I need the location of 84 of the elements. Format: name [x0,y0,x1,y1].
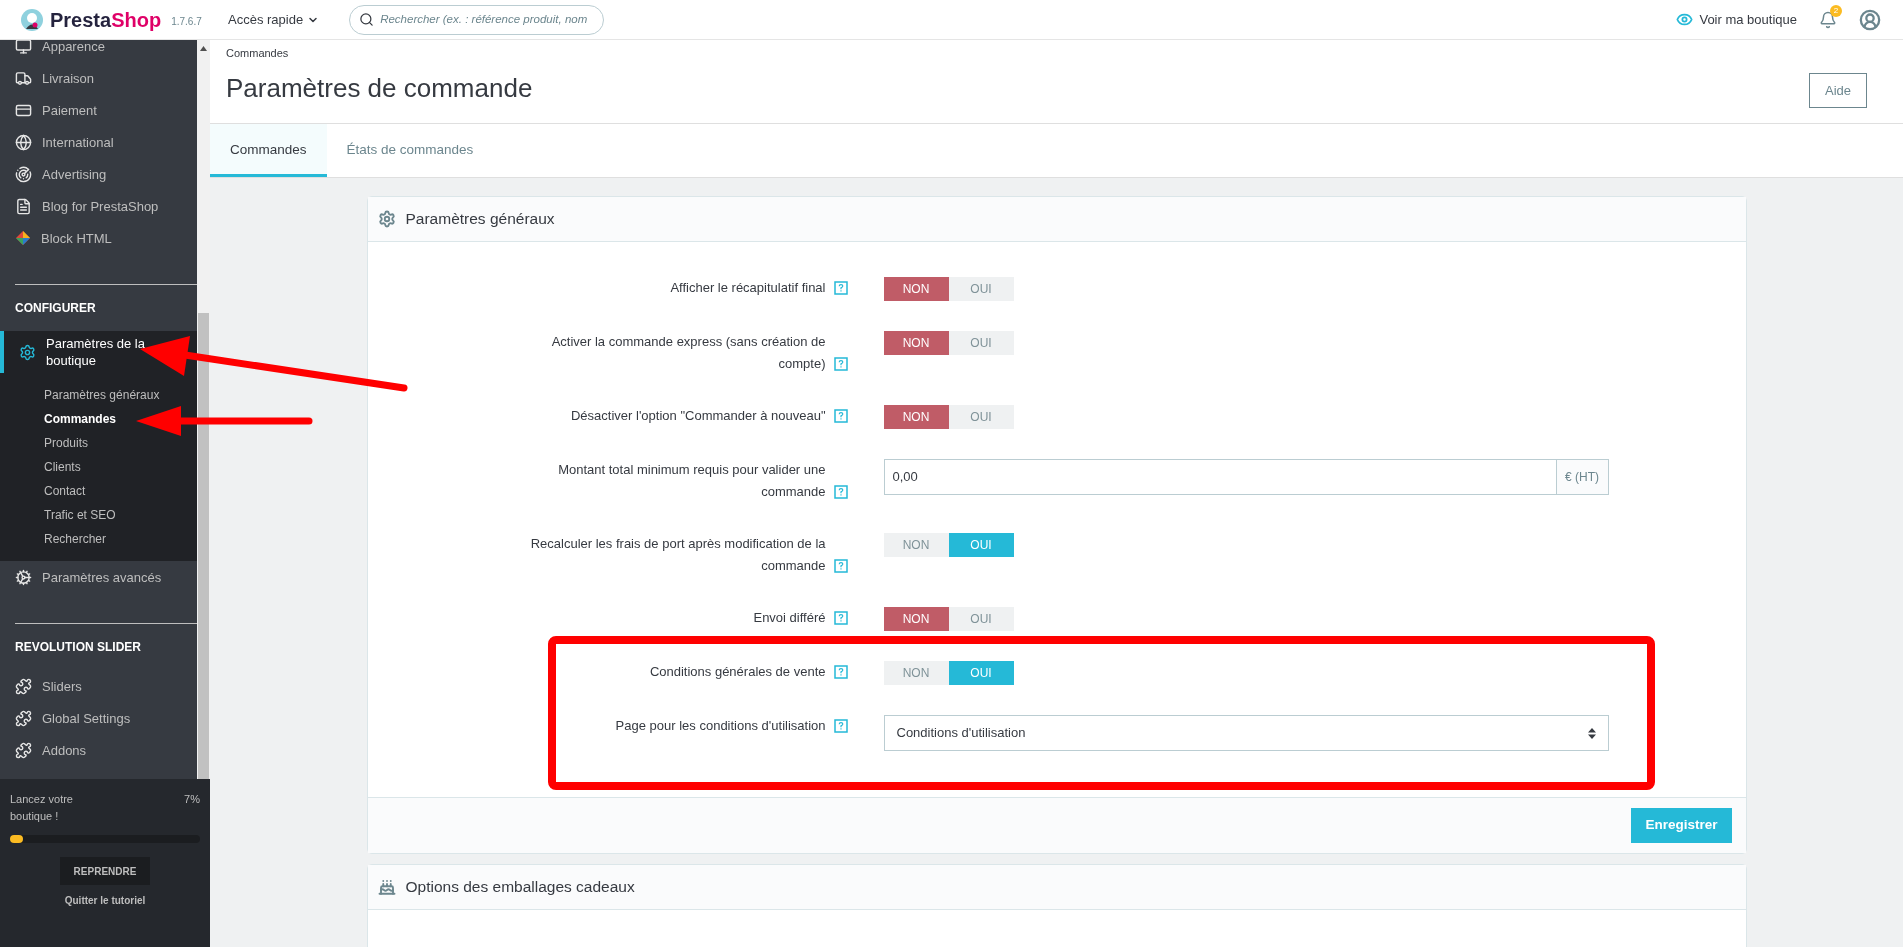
field-label: Activer la commande express (sans création de compte) [550,333,826,373]
yes-no-switch[interactable]: NON OUI [883,607,1014,631]
field-label: Désactiver l'option "Commander à nouveau" [571,407,826,425]
page-title: Paramètres de commande [226,71,533,105]
menu-icon [15,165,32,183]
amount-field[interactable]: 0,00 [883,459,1557,495]
field-label: Page pour les conditions d'utilisation [615,717,826,735]
currency-suffix: € (HT) [1556,459,1609,495]
no-option[interactable]: NON [883,331,949,355]
submenu-item[interactable]: Contact [0,479,197,503]
field-label: Afficher le récapitulatif final [670,279,826,297]
field-label: Envoi différé [753,609,826,627]
section-heading: REVOLUTION SLIDER [14,639,142,656]
cake-icon [377,878,396,896]
field-label: Conditions générales de vente [649,663,826,681]
help-icon[interactable] [833,485,848,499]
tab[interactable]: Commandes [210,124,327,177]
field-label: Recalculer les frais de port après modification de la commande [529,535,826,575]
page-select[interactable]: Conditions d'utilisation [883,715,1609,751]
help-button[interactable]: Aide [1809,73,1867,108]
panel-title: Options des emballages cadeaux [405,877,635,898]
sidebar-item[interactable]: Global Settings [0,702,197,734]
sidebar-item[interactable]: Advertising [0,158,197,190]
diamond-icon [15,230,31,246]
submenu-item[interactable]: Produits [0,431,197,455]
menu-icon [15,69,32,87]
breadcrumb[interactable]: Commandes [226,45,533,62]
scroll-thumb[interactable] [198,313,209,779]
menu-icon [19,343,36,361]
menu-icon [15,197,32,215]
help-icon[interactable] [833,719,848,733]
resume-button[interactable]: REPRENDRE [60,857,150,885]
yes-no-switch[interactable]: NON OUI [883,405,1014,429]
field-label: Montant total minimum requis pour valider une commande [557,461,826,501]
submenu-item[interactable]: Paramètres généraux [0,383,197,407]
logo-icon [20,7,44,32]
progress-percent: 7% [184,792,200,807]
notification-count: 2 [1830,4,1842,17]
view-shop-link[interactable]: Voir ma boutique [1676,9,1797,30]
panel-title: Paramètres généraux [405,209,555,230]
menu-icon [15,741,32,759]
menu-icon [15,568,32,586]
quit-tutorial-link[interactable]: Quitter le tutoriel [64,893,146,908]
quick-access-menu[interactable]: Accès rapide [228,9,320,30]
submenu-item[interactable]: Commandes [0,407,197,431]
sidebar-item[interactable]: Block HTML [0,222,197,254]
search-input[interactable]: Rechercher (ex. : référence produit, nom [380,10,595,29]
scrollbar[interactable] [197,40,210,779]
eye-icon [1676,11,1694,28]
submenu-item[interactable]: Clients [0,455,197,479]
no-option[interactable]: NON [883,277,949,301]
help-icon[interactable] [833,357,848,371]
help-icon[interactable] [833,611,848,625]
sort-caret-icon [1587,727,1596,739]
gear-icon [377,210,396,228]
section-heading: CONFIGURER [14,300,97,317]
help-icon[interactable] [833,665,848,679]
submenu-item[interactable]: Trafic et SEO [0,503,197,527]
no-option[interactable]: NON [883,405,949,429]
search-icon [359,12,375,27]
menu-icon [15,709,32,727]
sidebar-item[interactable]: Paiement [0,94,197,126]
help-icon[interactable] [833,559,848,573]
submenu-item[interactable]: Rechercher [0,527,197,551]
scroll-up-icon[interactable] [200,46,207,51]
help-icon[interactable] [833,409,848,423]
sidebar-item[interactable]: Apparence [0,40,197,62]
sidebar-item[interactable]: Addons [0,734,197,766]
sidebar-item[interactable]: International [0,126,197,158]
tab[interactable]: États de commandes [326,124,494,177]
notifications-icon[interactable] [1819,10,1837,29]
yes-no-switch[interactable]: NON OUI [883,277,1014,301]
sidebar-item[interactable]: Blog for PrestaShop [0,190,197,222]
help-icon[interactable] [833,281,848,295]
account-icon[interactable] [1859,8,1881,31]
tutorial-text: Lancez votre boutique ! [10,792,74,824]
sidebar-item[interactable]: Sliders [0,670,197,702]
version-text: 1.7.6.7 [171,15,202,29]
sidebar-item[interactable]: Paramètres avancés [0,561,197,593]
menu-icon [15,133,32,151]
menu-icon [15,677,32,695]
no-option[interactable]: NON [883,607,949,631]
yes-no-switch[interactable]: NON OUI [883,331,1014,355]
sidebar-item[interactable]: Livraison [0,62,197,94]
